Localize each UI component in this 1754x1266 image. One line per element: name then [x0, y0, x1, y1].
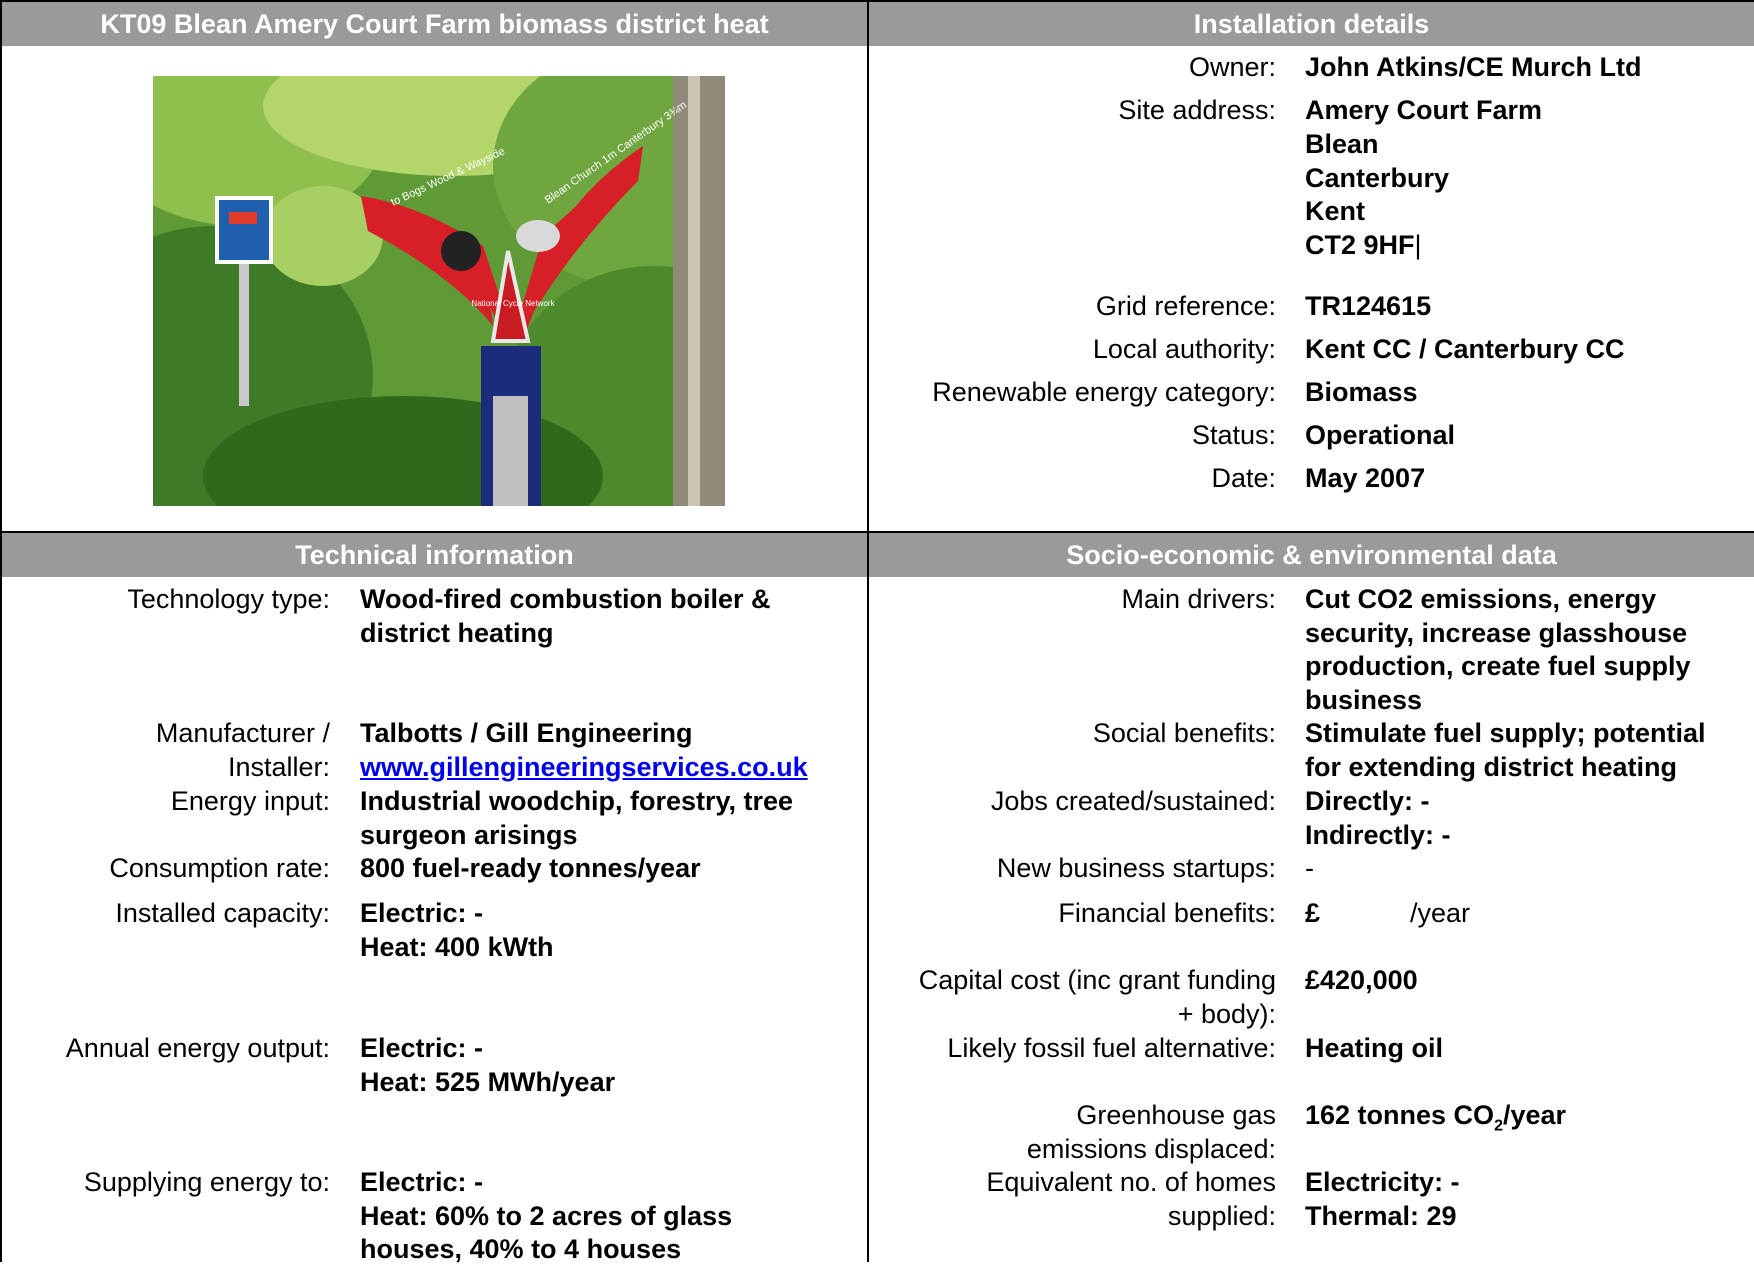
energy-input-label: Energy input:: [170, 786, 330, 816]
financial-unit: /year: [1410, 898, 1471, 928]
status-value: Operational: [1305, 420, 1456, 450]
output-label: Annual energy output:: [65, 1033, 330, 1063]
social-line-1: Stimulate fuel supply; potential: [1305, 718, 1706, 748]
financial-currency: £: [1305, 898, 1321, 928]
manufacturer-link-wrap: www.gillengineeringservices.co.uk: [360, 750, 808, 784]
jobs-label: Jobs created/sustained:: [990, 786, 1276, 816]
centre-divider: [867, 0, 869, 1262]
financial-label: Financial benefits:: [1058, 898, 1276, 928]
consumption-value: 800 fuel-ready tonnes/year: [360, 853, 701, 883]
ghg-label-2: emissions displaced:: [1026, 1134, 1276, 1164]
capacity-label: Installed capacity:: [115, 898, 330, 928]
social-line-2: for extending district heating: [1305, 752, 1678, 782]
socio-header: Socio-economic & environmental data: [869, 533, 1754, 577]
ghg-suffix: /year: [1502, 1100, 1567, 1130]
jobs-line-2: Indirectly: -: [1305, 820, 1451, 850]
drivers-label: Main drivers:: [1121, 584, 1276, 614]
tech-type-line-1: Wood-fired combustion boiler &: [360, 584, 771, 614]
authority-value: Kent CC / Canterbury CC: [1305, 334, 1625, 364]
homes-label-2: supplied:: [1167, 1201, 1276, 1231]
text-cursor: |: [1414, 230, 1422, 260]
installation-header: Installation details: [869, 2, 1754, 46]
supplying-line-3: houses, 40% to 4 houses: [360, 1234, 682, 1264]
left-border: [0, 0, 2, 1262]
owner-label: Owner:: [1188, 52, 1276, 82]
site-title-header: KT09 Blean Amery Court Farm biomass dist…: [2, 2, 867, 46]
tech-type-line-2: district heating: [360, 618, 554, 648]
homes-label-1: Equivalent no. of homes: [986, 1167, 1276, 1197]
energy-input-line-2: surgeon arisings: [360, 820, 578, 850]
date-value: May 2007: [1305, 463, 1426, 493]
signpost-photo-svg: to Bogs Wood & Wayside Blean Church 1m C…: [153, 76, 725, 506]
sign-centre-text: National Cycle Network: [471, 299, 555, 308]
address-label: Site address:: [1118, 95, 1276, 125]
address-line-1: Amery Court Farm: [1305, 95, 1543, 125]
grid-value: TR124615: [1305, 291, 1432, 321]
homes-line-1: Electricity: -: [1305, 1167, 1460, 1197]
capacity-line-1: Electric: -: [360, 898, 484, 928]
site-photo: to Bogs Wood & Wayside Blean Church 1m C…: [153, 76, 725, 506]
startups-value: -: [1305, 853, 1314, 883]
ghg-prefix: 162 tonnes CO: [1305, 1100, 1495, 1130]
technical-header: Technical information: [2, 533, 867, 577]
manufacturer-label-1: Manufacturer /: [155, 718, 330, 748]
ghg-label-1: Greenhouse gas: [1076, 1100, 1276, 1130]
startups-label: New business startups:: [996, 853, 1276, 883]
tech-type-label: Technology type:: [127, 584, 330, 614]
capital-value: £420,000: [1305, 965, 1418, 995]
jobs-line-1: Directly: -: [1305, 786, 1430, 816]
installation-title: Installation details: [1193, 8, 1430, 39]
supplying-line-1: Electric: -: [360, 1167, 484, 1197]
site-title: KT09 Blean Amery Court Farm biomass dist…: [100, 8, 769, 39]
technical-title: Technical information: [295, 539, 574, 570]
socio-title: Socio-economic & environmental data: [1066, 539, 1557, 570]
category-value: Biomass: [1305, 377, 1418, 407]
owner-value: John Atkins/CE Murch Ltd: [1305, 52, 1642, 82]
datasheet: KT09 Blean Amery Court Farm biomass dist…: [0, 0, 1754, 1264]
capital-label-2: + body):: [1177, 999, 1276, 1029]
manufacturer-link[interactable]: www.gillengineeringservices.co.uk: [360, 752, 808, 782]
date-label: Date:: [1211, 463, 1276, 493]
drivers-line-1: Cut CO2 emissions, energy: [1305, 584, 1657, 614]
address-line-3: Canterbury: [1305, 163, 1450, 193]
drivers-line-3: production, create fuel supply: [1305, 651, 1691, 681]
output-line-2: Heat: 525 MWh/year: [360, 1067, 616, 1097]
capacity-line-2: Heat: 400 kWth: [360, 932, 554, 962]
status-label: Status:: [1191, 420, 1276, 450]
fossil-value: Heating oil: [1305, 1033, 1444, 1063]
drivers-line-2: security, increase glasshouse: [1305, 618, 1688, 648]
address-line-4: Kent: [1305, 196, 1365, 226]
manufacturer-value: Talbotts / Gill Engineering: [360, 718, 693, 748]
capital-label-1: Capital cost (inc grant funding: [918, 965, 1276, 995]
supplying-line-2: Heat: 60% to 2 acres of glass: [360, 1201, 733, 1231]
address-line-2: Blean: [1305, 129, 1379, 159]
manufacturer-label-2: Installer:: [227, 752, 330, 782]
drivers-line-4: business: [1305, 685, 1423, 715]
supplying-label: Supplying energy to:: [83, 1167, 330, 1197]
ghg-subscript: 2: [1494, 1117, 1503, 1135]
consumption-label: Consumption rate:: [109, 853, 330, 883]
category-label: Renewable energy category:: [932, 377, 1276, 407]
authority-label: Local authority:: [1092, 334, 1276, 364]
homes-line-2: Thermal: 29: [1305, 1201, 1457, 1231]
output-line-1: Electric: -: [360, 1033, 484, 1063]
address-postcode: CT2 9HF: [1305, 230, 1415, 260]
fossil-label: Likely fossil fuel alternative:: [947, 1033, 1276, 1063]
energy-input-line-1: Industrial woodchip, forestry, tree: [360, 786, 794, 816]
address-line-5: CT2 9HF|: [1305, 228, 1422, 262]
social-label: Social benefits:: [1092, 718, 1276, 748]
ghg-value: 162 tonnes CO2/year: [1305, 1098, 1566, 1143]
grid-label: Grid reference:: [1095, 291, 1276, 321]
